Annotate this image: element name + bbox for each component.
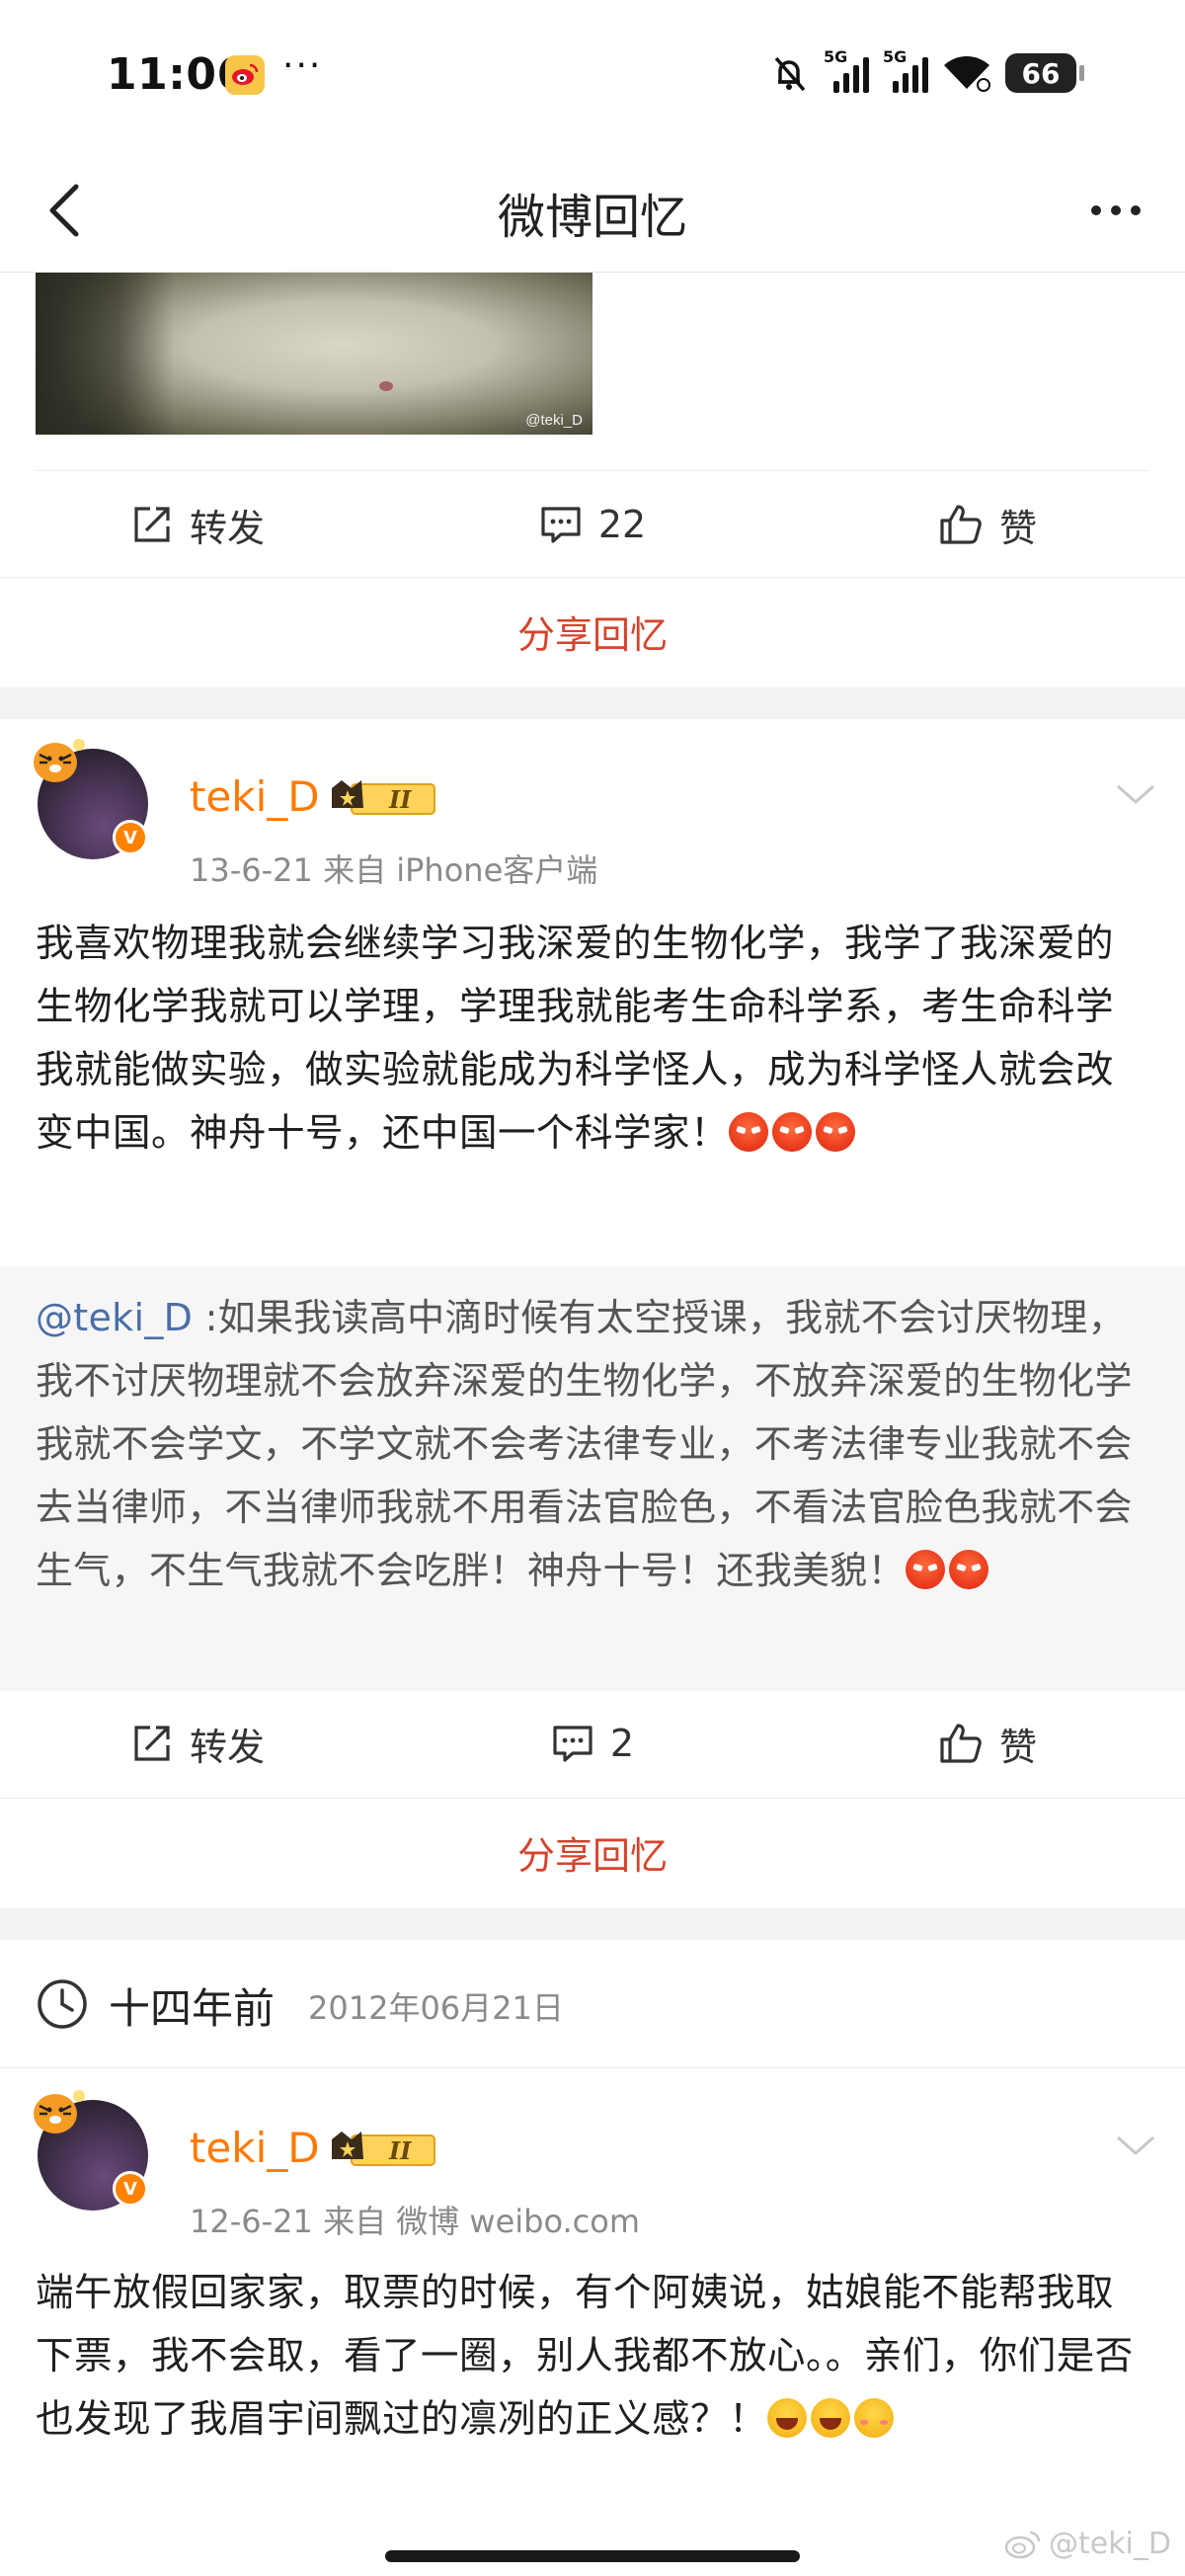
share-memory-button[interactable]: 分享回忆 (0, 1798, 1185, 1906)
status-bar: 11:06 ··· 5G 5G 66 (0, 0, 1185, 148)
thumbs-up-icon (940, 1724, 982, 1763)
username[interactable]: teki_D (190, 772, 320, 821)
more-dot-icon (1111, 205, 1121, 215)
repost-button[interactable]: 转发 (0, 1691, 395, 1796)
weibo-logo-icon (1004, 2531, 1041, 2558)
post-meta: 12-6-21 来自 微博 weibo.com (190, 2203, 641, 2240)
more-dot-icon (1091, 205, 1101, 215)
page-watermark: @teki_D (1003, 2527, 1171, 2561)
avatar[interactable]: V (28, 735, 156, 863)
image-shadow (36, 273, 174, 435)
divider (36, 470, 1149, 471)
angry-emoji-icon (905, 1550, 945, 1589)
chevron-down-icon[interactable] (1114, 2132, 1157, 2161)
action-bar: 转发 22 赞 (0, 472, 1185, 577)
image-mark (379, 381, 393, 391)
tiger-sticker-icon (34, 739, 85, 782)
repost-label: 转发 (189, 1725, 265, 1769)
rank-badge-icon: II (332, 780, 435, 815)
like-button[interactable]: 赞 (790, 472, 1185, 577)
like-label: 赞 (998, 1725, 1037, 1769)
like-label: 赞 (998, 506, 1037, 550)
image-watermark: @teki_D (525, 412, 583, 429)
verified-badge-icon: V (113, 2171, 148, 2207)
repost-icon (134, 507, 170, 542)
more-dot-icon (1131, 205, 1141, 215)
page-title: 微博回忆 (497, 190, 687, 245)
comment-icon (541, 507, 581, 543)
repost-box[interactable]: @teki_D :如果我读高中滴时候有太空授课，我就不会讨厌物理，我不讨厌物理就… (0, 1266, 1185, 1691)
status-more-dots: ··· (282, 45, 323, 86)
mute-bell-icon (774, 56, 806, 92)
thumbs-up-icon (940, 505, 982, 544)
clock-icon (38, 1979, 87, 2029)
post-text: 端午放假回家家，取票的时候，有个阿姨说，姑娘能不能帮我取下票，我不会取，看了一圈… (36, 2271, 1134, 2442)
rank-badge-icon: II (332, 2132, 435, 2166)
repost-icon (134, 1726, 170, 1761)
signal-label-2: 5G (883, 47, 908, 66)
rank-level: II (388, 785, 412, 814)
angry-emoji-icon (948, 1550, 988, 1589)
share-memory-button[interactable]: 分享回忆 (0, 577, 1185, 685)
signal-label-1: 5G (824, 47, 848, 66)
time-ago: 十四年前 (109, 1984, 276, 2033)
repost-body: @teki_D :如果我读高中滴时候有太空授课，我就不会讨厌物理，我不讨厌物理就… (36, 1286, 1151, 1602)
laugh-emoji-icon (811, 2398, 851, 2438)
signal-icon-1: 5G (824, 47, 869, 93)
watermark-text: @teki_D (1048, 2527, 1171, 2561)
repost-label: 转发 (189, 506, 265, 550)
angry-emoji-icon (772, 1112, 813, 1152)
post-body: 我喜欢物理我就会继续学习我深爱的生物化学，我学了我深爱的生物化学我就可以学理，学… (36, 913, 1151, 1166)
post-body: 端午放假回家家，取票的时候，有个阿姨说，姑娘能不能帮我取下票，我不会取，看了一圈… (36, 2262, 1151, 2452)
weibo-notification-icon (225, 55, 265, 95)
post-image[interactable]: @teki_D (36, 273, 592, 435)
comment-count: 2 (609, 1722, 635, 1765)
angry-emoji-icon (816, 1112, 856, 1152)
angry-emoji-icon (729, 1112, 769, 1152)
memory-date: 2012年06月21日 (308, 1989, 564, 2027)
repost-text: :如果我读高中滴时候有太空授课，我就不会讨厌物理，我不讨厌物理就不会放弃深爱的生… (36, 1296, 1133, 1592)
action-bar: 转发 2 赞 (0, 1691, 1185, 1796)
section-gap (0, 687, 1185, 719)
nav-bar: 微博回忆 (0, 148, 1185, 273)
comment-button[interactable]: 2 (395, 1691, 790, 1796)
repost-button[interactable]: 转发 (0, 472, 395, 577)
signal-icon-2: 5G (883, 47, 928, 93)
time-header: 十四年前 2012年06月21日 (0, 1940, 1185, 2068)
home-indicator[interactable] (385, 2550, 800, 2562)
status-indicators: 5G 5G 66 (768, 47, 1084, 97)
mention-link[interactable]: @teki_D (36, 1296, 193, 1339)
comment-button[interactable]: 22 (395, 472, 790, 577)
avatar[interactable]: V (28, 2086, 156, 2214)
comment-count: 22 (597, 503, 647, 546)
shy-emoji-icon (854, 2398, 895, 2438)
like-button[interactable]: 赞 (790, 1691, 1185, 1796)
laugh-emoji-icon (767, 2398, 808, 2438)
chevron-down-icon[interactable] (1114, 780, 1157, 810)
more-options-button[interactable] (1076, 176, 1155, 245)
battery-icon: 66 (1005, 53, 1084, 93)
section-gap (0, 1908, 1185, 1940)
verified-badge-icon: V (113, 820, 148, 855)
rank-level: II (388, 2136, 412, 2165)
comment-icon (553, 1726, 592, 1762)
post-text: 我喜欢物理我就会继续学习我深爱的生物化学，我学了我深爱的生物化学我就可以学理，学… (36, 922, 1115, 1156)
tiger-sticker-icon (34, 2090, 85, 2133)
username[interactable]: teki_D (190, 2124, 320, 2172)
wifi-icon (944, 56, 990, 92)
post-meta: 13-6-21 来自 iPhone客户端 (190, 851, 598, 889)
